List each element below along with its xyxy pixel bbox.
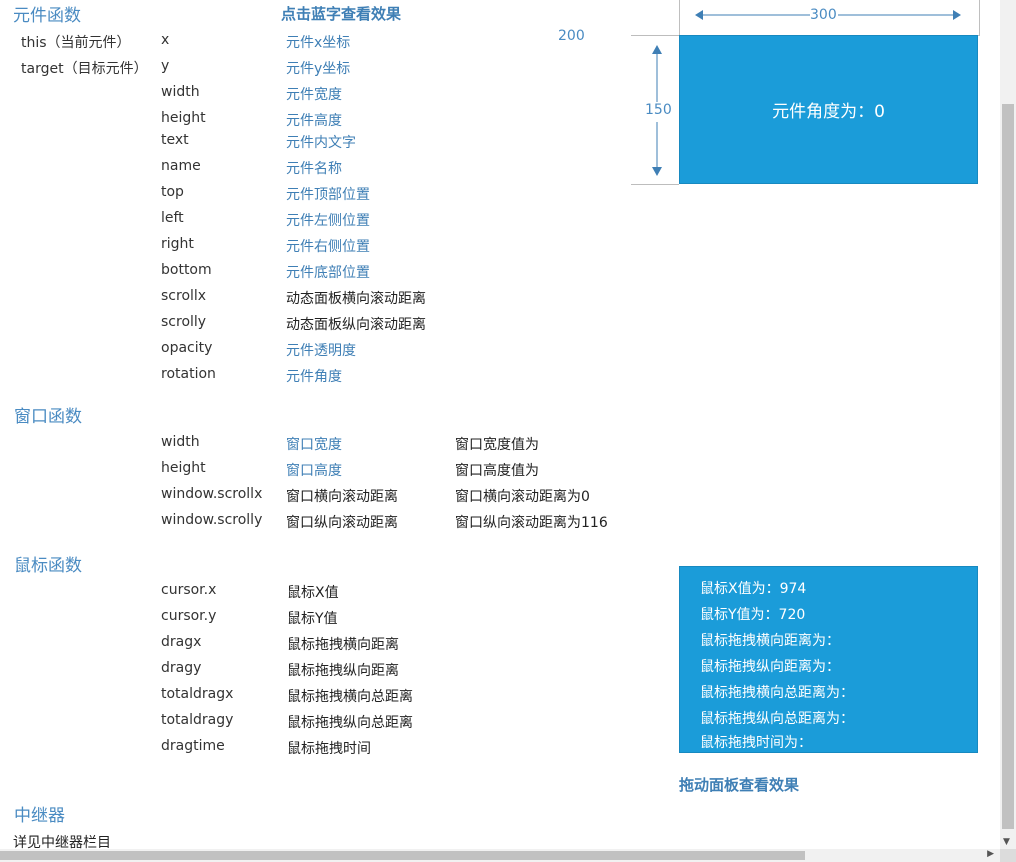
element-func-link[interactable]: 元件透明度 xyxy=(286,340,356,360)
drag-panel-line: 鼠标X值为：974 xyxy=(700,581,807,597)
element-func-key: width xyxy=(161,84,200,100)
element-func-key: left xyxy=(161,210,184,226)
element-func-link[interactable]: 元件角度 xyxy=(286,366,342,386)
element-func-key: scrollx xyxy=(161,288,207,304)
element-func-key: y xyxy=(161,58,170,74)
window-func-value: 窗口纵向滚动距离为116 xyxy=(455,515,608,531)
element-func-key: text xyxy=(161,132,189,148)
element-func-key: right xyxy=(161,236,194,252)
element-func-link[interactable]: 元件y坐标 xyxy=(286,58,350,78)
element-func-link[interactable]: 元件右侧位置 xyxy=(286,236,370,256)
element-func-desc: 动态面板横向滚动距离 xyxy=(286,291,426,307)
element-func-key: top xyxy=(161,184,184,200)
element-func-key: opacity xyxy=(161,340,213,356)
element-func-key: name xyxy=(161,158,201,174)
vertical-scroll-thumb[interactable] xyxy=(1002,104,1014,829)
object-target: target（目标元件） xyxy=(21,61,148,77)
element-func-link[interactable]: 元件左侧位置 xyxy=(286,210,370,230)
width-indicator-box: 300 xyxy=(679,0,980,36)
element-func-key: rotation xyxy=(161,366,216,382)
section-title-window: 窗口函数 xyxy=(14,407,82,427)
element-func-link[interactable]: 元件高度 xyxy=(286,110,342,130)
window-func-key: height xyxy=(161,460,206,476)
element-func-link[interactable]: 元件宽度 xyxy=(286,84,342,104)
height-label: 150 xyxy=(645,102,672,118)
mouse-func-key: cursor.x xyxy=(161,582,217,598)
element-func-desc: 动态面板纵向滚动距离 xyxy=(286,317,426,333)
window-func-key: window.scrolly xyxy=(161,512,263,528)
element-func-link[interactable]: 元件名称 xyxy=(286,158,342,178)
window-func-key: window.scrollx xyxy=(161,486,263,502)
mouse-func-desc: 鼠标Y值 xyxy=(287,611,338,627)
element-func-key: scrolly xyxy=(161,314,207,330)
horizontal-scroll-thumb[interactable] xyxy=(0,851,805,860)
coord-label: 200 xyxy=(558,28,585,44)
element-func-link[interactable]: 元件底部位置 xyxy=(286,262,370,282)
drag-panel-line: 鼠标Y值为：720 xyxy=(700,607,806,623)
mouse-func-key: totaldragx xyxy=(161,686,234,702)
object-this: this（当前元件） xyxy=(21,35,131,51)
triangle-down-icon[interactable]: ▼ xyxy=(1003,837,1010,847)
click-hint: 点击蓝字查看效果 xyxy=(281,5,402,23)
demo-element-text: 元件角度为：0 xyxy=(772,102,885,122)
mouse-func-key: dragy xyxy=(161,660,202,676)
element-func-link[interactable]: 元件顶部位置 xyxy=(286,184,370,204)
mouse-func-desc: 鼠标拖拽纵向总距离 xyxy=(287,715,413,731)
scrollbar-corner xyxy=(1000,849,1016,862)
window-func-key: width xyxy=(161,434,200,450)
window-func-link[interactable]: 窗口高度 xyxy=(286,460,342,480)
mouse-func-key: totaldragy xyxy=(161,712,234,728)
width-label: 300 xyxy=(810,7,837,23)
horizontal-scrollbar[interactable]: ▶ xyxy=(0,849,1000,862)
mouse-func-desc: 鼠标拖拽纵向距离 xyxy=(287,663,399,679)
guide-line-bottom xyxy=(631,184,679,185)
window-func-value: 窗口横向滚动距离为0 xyxy=(455,489,590,505)
triangle-right-icon[interactable]: ▶ xyxy=(987,849,994,859)
element-func-key: height xyxy=(161,110,206,126)
drag-panel[interactable]: 鼠标X值为：974 鼠标Y值为：720 鼠标拖拽横向距离为： 鼠标拖拽纵向距离为： 鼠标… xyxy=(679,566,978,753)
window-func-value: 窗口宽度值为 xyxy=(455,437,539,453)
section-title-repeater: 中继器 xyxy=(14,806,65,826)
section-title-mouse: 鼠标函数 xyxy=(14,556,82,576)
element-func-link[interactable]: 元件内文字 xyxy=(286,132,356,152)
vertical-scrollbar[interactable]: ▼ xyxy=(1000,0,1016,849)
window-func-desc: 窗口横向滚动距离 xyxy=(286,489,398,505)
drag-panel-line: 鼠标拖拽横向距离为： xyxy=(700,633,840,649)
mouse-func-desc: 鼠标X值 xyxy=(287,585,339,601)
element-func-key: bottom xyxy=(161,262,212,278)
mouse-func-key: dragx xyxy=(161,634,202,650)
element-func-link[interactable]: 元件x坐标 xyxy=(286,32,350,52)
drag-panel-line: 鼠标拖拽纵向距离为： xyxy=(700,659,840,675)
element-func-key: x xyxy=(161,32,170,48)
window-func-desc: 窗口纵向滚动距离 xyxy=(286,515,398,531)
window-func-link[interactable]: 窗口宽度 xyxy=(286,434,342,454)
mouse-func-desc: 鼠标拖拽横向总距离 xyxy=(287,689,413,705)
section-title-element: 元件函数 xyxy=(13,6,81,26)
mouse-func-desc: 鼠标拖拽时间 xyxy=(287,741,371,757)
mouse-func-key: dragtime xyxy=(161,738,225,754)
mouse-func-key: cursor.y xyxy=(161,608,217,624)
drag-panel-line: 鼠标拖拽纵向总距离为： xyxy=(700,711,854,727)
drag-panel-line: 鼠标拖拽时间为： xyxy=(700,735,812,751)
demo-element-box[interactable]: 元件角度为：0 xyxy=(679,35,978,184)
window-func-value: 窗口高度值为 xyxy=(455,463,539,479)
drag-hint: 拖动面板查看效果 xyxy=(679,776,800,794)
drag-panel-line: 鼠标拖拽横向总距离为： xyxy=(700,685,854,701)
mouse-func-desc: 鼠标拖拽横向距离 xyxy=(287,637,399,653)
guide-line-top xyxy=(631,35,679,36)
